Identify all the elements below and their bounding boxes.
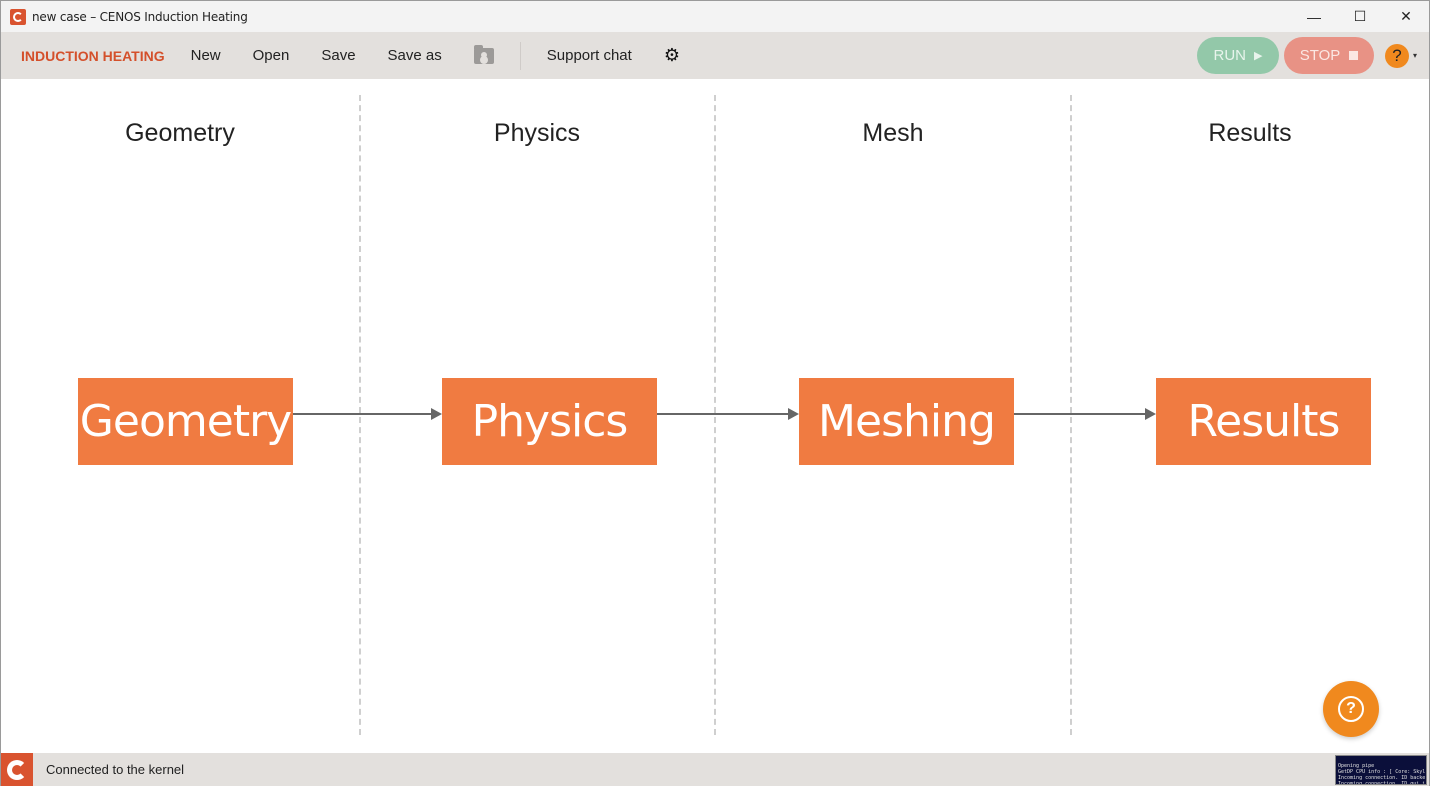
maximize-button[interactable]: ☐ <box>1337 1 1383 32</box>
close-button[interactable]: ✕ <box>1383 1 1429 32</box>
case-folder-icon[interactable] <box>473 44 494 64</box>
play-icon: ▶ <box>1254 50 1263 62</box>
geometry-step-button[interactable]: Geometry <box>78 378 293 465</box>
question-bubble-icon: ? <box>1338 696 1364 722</box>
flow-arrow <box>1014 408 1156 420</box>
cenos-logo-icon <box>10 8 26 25</box>
flow-arrow <box>657 408 799 420</box>
column-title-geometry: Geometry <box>125 119 235 147</box>
save-as-button[interactable]: Save as <box>388 47 442 64</box>
toolbar-divider <box>519 41 521 70</box>
save-button[interactable]: Save <box>321 47 355 64</box>
open-button[interactable]: Open <box>253 47 290 64</box>
help-chat-fab[interactable]: ? <box>1323 681 1379 737</box>
support-chat-button[interactable]: Support chat <box>547 47 632 64</box>
physics-step-button[interactable]: Physics <box>442 378 657 465</box>
cenos-logo-icon <box>1 753 33 786</box>
flow-arrow <box>293 408 442 420</box>
status-message: Connected to the kernel <box>46 762 185 777</box>
console-line: Incoming connection. ID gui i <box>1338 781 1426 785</box>
column-title-mesh: Mesh <box>862 119 924 147</box>
window-controls: — ☐ ✕ <box>1291 1 1429 32</box>
stop-button[interactable]: STOP <box>1284 37 1374 74</box>
run-button[interactable]: RUN ▶ <box>1197 37 1279 74</box>
column-title-physics: Physics <box>493 119 581 147</box>
help-button[interactable]: ? <box>1385 44 1409 68</box>
column-divider <box>714 95 716 735</box>
minimize-button[interactable]: — <box>1291 1 1337 32</box>
chevron-down-icon[interactable]: ▾ <box>1413 51 1417 60</box>
run-label: RUN <box>1213 47 1247 64</box>
workflow-canvas: Geometry Physics Mesh Results Geometry P… <box>1 79 1429 753</box>
stop-label: STOP <box>1299 47 1341 64</box>
meshing-step-button[interactable]: Meshing <box>799 378 1014 465</box>
app-brand: INDUCTION HEATING <box>21 47 165 64</box>
results-step-button[interactable]: Results <box>1156 378 1371 465</box>
title-bar: new case – CENOS Induction Heating — ☐ ✕ <box>1 1 1429 32</box>
stop-icon <box>1349 51 1359 60</box>
column-divider <box>1070 95 1072 735</box>
new-button[interactable]: New <box>191 47 221 64</box>
window-title: new case – CENOS Induction Heating <box>32 9 248 24</box>
status-bar: Connected to the kernel Opening pipe Get… <box>1 753 1429 786</box>
kernel-console-preview[interactable]: Opening pipe GetDP CPU info : [ Core: Sk… <box>1335 755 1427 785</box>
toolbar: INDUCTION HEATING New Open Save Save as … <box>1 32 1429 79</box>
column-divider <box>359 95 361 735</box>
app-window: new case – CENOS Induction Heating — ☐ ✕… <box>0 0 1430 786</box>
gear-icon[interactable]: ⚙ <box>664 45 680 66</box>
column-title-results: Results <box>1208 119 1292 147</box>
